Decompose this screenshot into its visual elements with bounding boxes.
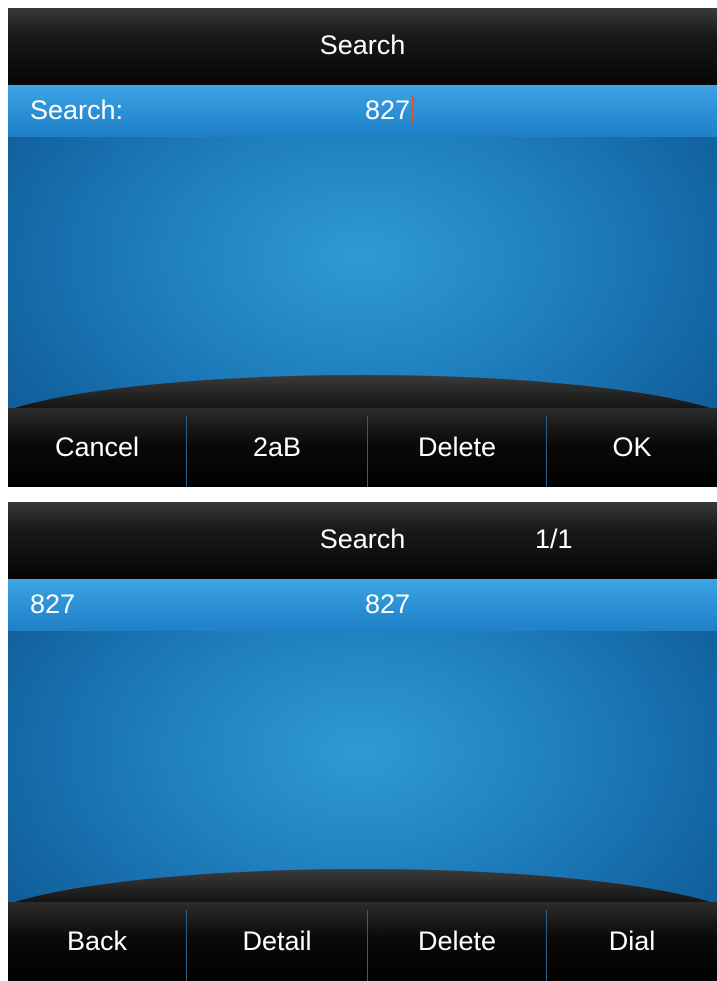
result-name: 827 xyxy=(30,589,76,619)
page-indicator: 1/1 xyxy=(535,524,573,554)
search-label: Search: xyxy=(30,95,124,125)
result-list-item[interactable]: 827 827 xyxy=(8,579,717,631)
softkey-bar: Back Detail Delete Dial xyxy=(8,902,717,981)
search-results-screen: Search 1/1 827 827 Back Detail Delete Di… xyxy=(8,502,717,981)
search-field[interactable]: Search: 827 xyxy=(8,85,717,137)
back-softkey[interactable]: Back xyxy=(8,902,186,981)
delete-softkey[interactable]: Delete xyxy=(368,408,546,487)
cancel-softkey[interactable]: Cancel xyxy=(8,408,186,487)
search-input[interactable]: 827 xyxy=(365,95,415,126)
search-value: 827 xyxy=(365,95,411,125)
softkey-bar: Cancel 2aB Delete OK xyxy=(8,408,717,487)
delete-softkey[interactable]: Delete xyxy=(368,902,546,981)
detail-softkey[interactable]: Detail xyxy=(187,902,367,981)
result-number: 827 xyxy=(365,589,411,619)
text-cursor xyxy=(412,95,415,123)
ok-softkey[interactable]: OK xyxy=(547,408,717,487)
dial-softkey[interactable]: Dial xyxy=(547,902,717,981)
title-bar: Search xyxy=(8,8,717,85)
title-bar: Search 1/1 xyxy=(8,502,717,579)
search-input-screen: Search Search: 827 Cancel 2aB Delete OK xyxy=(8,8,717,487)
input-mode-softkey[interactable]: 2aB xyxy=(187,408,367,487)
screen-title: Search xyxy=(319,30,406,60)
screen-title: Search xyxy=(319,524,406,554)
